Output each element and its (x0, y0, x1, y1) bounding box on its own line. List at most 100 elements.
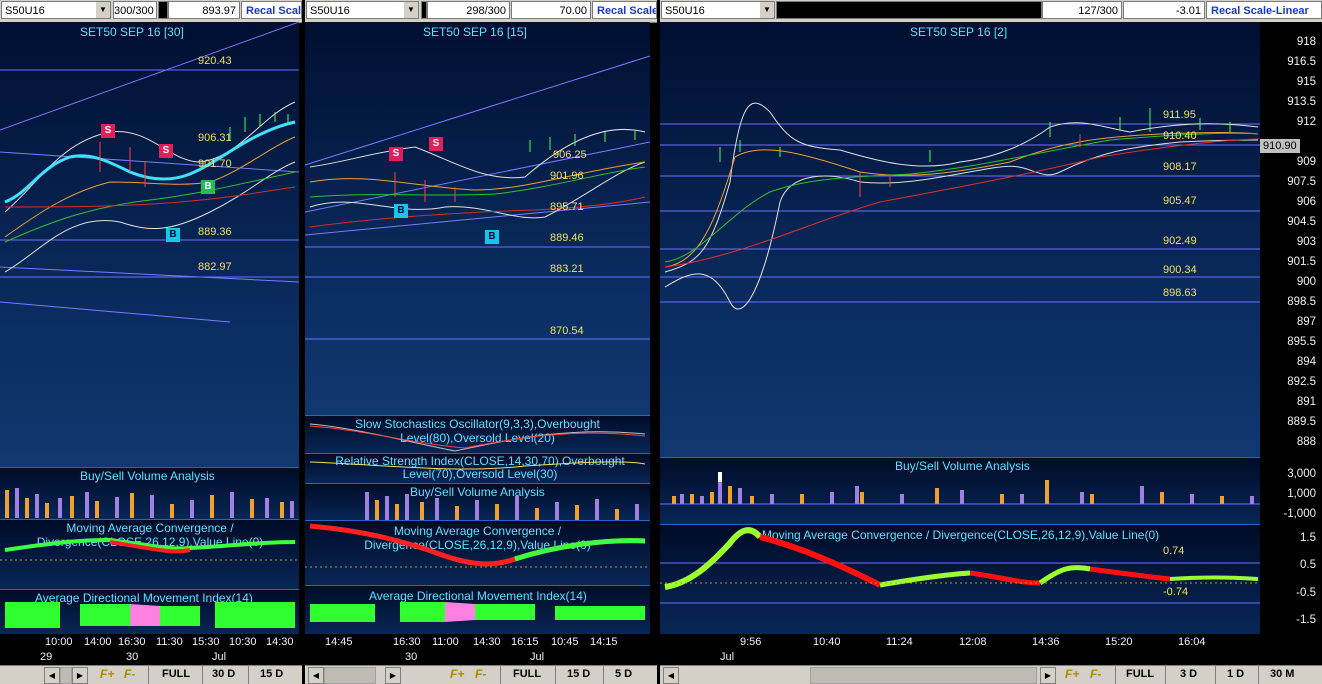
zoom-out-icon[interactable]: F- (124, 667, 135, 681)
pane-footer: ◀ ▶ F+ F- FULL 3 D 1 D 30 M (660, 665, 1322, 684)
time-label: 11:24 (886, 636, 913, 648)
y-tick: 906 (1296, 196, 1316, 208)
time-label: 15:30 (192, 636, 220, 648)
date-label: Jul (530, 651, 545, 663)
range-30m-button[interactable]: 30 M (1270, 668, 1294, 680)
time-label: 16:30 (393, 636, 421, 648)
adx-panel[interactable]: Average Directional Movement Index(14) (305, 585, 650, 635)
scroll-thumb[interactable] (810, 667, 1037, 684)
y-tick: 913.5 (1287, 96, 1316, 108)
bar-count-field: 300/300 (113, 1, 157, 19)
pane-toolbar: S50U16 ▼ 298/300 70.00 Recal Scale (305, 0, 657, 23)
recal-scale-button[interactable]: Recal Scal (241, 1, 302, 19)
zoom-out-icon[interactable]: F- (475, 667, 486, 681)
y-tick: 903 (1296, 236, 1316, 248)
level-label: 910.40 (1163, 130, 1197, 142)
stochastics-chart (309, 423, 646, 452)
time-label: 14:45 (325, 636, 353, 648)
time-label: 9:56 (740, 636, 762, 648)
macd-panel[interactable]: Moving Average Convergence / Divergence(… (0, 519, 299, 590)
zoom-in-icon[interactable]: F+ (100, 667, 114, 681)
pane-toolbar: S50U16 ▼ 127/300 -3.01 Recal Scale-Linear (660, 0, 1322, 23)
buy-sell-volume-panel[interactable]: Buy/Sell Volume Analysis (0, 467, 299, 520)
sell-signal-tag: S (429, 137, 443, 151)
level-label: -0.74 (1163, 586, 1189, 598)
time-label: 15:20 (1105, 636, 1133, 648)
scroll-left-button[interactable]: ◀ (663, 667, 679, 684)
level-label: 889.36 (198, 226, 232, 238)
symbol-select[interactable]: S50U16 ▼ (1, 1, 111, 19)
pane-footer: ◀ ▶ F+ F- FULL 15 D 5 D (305, 665, 657, 684)
scroll-right-button[interactable]: ▶ (385, 667, 401, 684)
stochastics-panel[interactable]: Slow Stochastics Oscillator(9,3,3),Overb… (305, 415, 650, 454)
time-label: 10:45 (551, 636, 579, 648)
recal-scale-button[interactable]: Recal Scale (592, 1, 657, 19)
range-15d-button[interactable]: 15 D (260, 668, 283, 680)
scroll-thumb[interactable] (60, 667, 72, 684)
value-field: -3.01 (1123, 1, 1205, 19)
level-label: 0.74 (1163, 545, 1185, 557)
scroll-right-button[interactable]: ▶ (1040, 667, 1056, 684)
chevron-down-icon[interactable]: ▼ (404, 2, 418, 18)
range-full-button[interactable]: FULL (513, 668, 541, 680)
scroll-left-button[interactable]: ◀ (308, 667, 324, 684)
range-1d-button[interactable]: 1 D (1227, 668, 1244, 680)
zoom-in-icon[interactable]: F+ (1065, 667, 1079, 681)
time-label: 10:30 (229, 636, 257, 648)
range-3d-button[interactable]: 3 D (1180, 668, 1197, 680)
level-label: 889.46 (550, 232, 584, 244)
chevron-down-icon[interactable]: ▼ (96, 2, 110, 18)
level-label: 901.96 (550, 170, 584, 182)
price-plot[interactable]: SET50 SEP 16 [30] S S B B 920.43 906.31 … (0, 22, 299, 467)
zoom-in-icon[interactable]: F+ (450, 667, 464, 681)
buy-sell-volume-panel[interactable]: Buy/Sell Volume Analysis (305, 483, 650, 521)
y-tick: -1,000 (1283, 508, 1316, 520)
macd-chart (660, 527, 1260, 604)
value-spacer (776, 1, 1042, 19)
y-tick: 0.5 (1300, 559, 1316, 571)
range-full-button[interactable]: FULL (162, 668, 190, 680)
macd-panel[interactable]: Moving Average Convergence / Divergence(… (660, 524, 1260, 635)
price-plot[interactable]: SET50 SEP 16 [15] S S B B 906.25 901.96 … (305, 22, 650, 415)
footer-separator (202, 666, 203, 684)
range-full-button[interactable]: FULL (1126, 668, 1154, 680)
macd-panel[interactable]: Moving Average Convergence / Divergence(… (305, 520, 650, 586)
footer-separator (555, 666, 556, 684)
symbol-select[interactable]: S50U16 ▼ (306, 1, 419, 19)
recal-scale-button[interactable]: Recal Scale-Linear (1206, 1, 1322, 19)
footer-separator (248, 666, 249, 684)
scroll-right-button[interactable]: ▶ (72, 667, 88, 684)
bar-count-field: 127/300 (1042, 1, 1122, 19)
buy-signal-tag: B (201, 180, 215, 194)
symbol-value: S50U16 (665, 5, 705, 17)
last-price-marker: 910.90 (1260, 139, 1300, 153)
y-tick: 907.5 (1287, 176, 1316, 188)
footer-separator (1165, 666, 1166, 684)
scroll-thumb[interactable] (324, 667, 376, 684)
y-tick: 904.5 (1287, 216, 1316, 228)
adx-panel[interactable]: Average Directional Movement Index(14) (0, 589, 299, 635)
scroll-left-button[interactable]: ◀ (44, 667, 60, 684)
level-label: 901.70 (198, 158, 232, 170)
level-label: 900.34 (1163, 264, 1197, 276)
time-label: 16:15 (511, 636, 539, 648)
range-15d-button[interactable]: 15 D (567, 668, 590, 680)
y-tick: 916.5 (1287, 56, 1316, 68)
range-5d-button[interactable]: 5 D (615, 668, 632, 680)
pane-toolbar: S50U16 ▼ 300/300 893.97 Recal Scal (0, 0, 302, 23)
y-tick: 897 (1296, 316, 1316, 328)
buy-signal-tag: B (394, 204, 408, 218)
level-label: 905.47 (1163, 195, 1197, 207)
y-tick: 918 (1296, 36, 1316, 48)
price-plot[interactable]: SET50 SEP 16 [2] 911.95 910.40 908.17 90… (660, 22, 1260, 457)
zoom-out-icon[interactable]: F- (1090, 667, 1101, 681)
chevron-down-icon[interactable]: ▼ (760, 2, 774, 18)
footer-separator (1115, 666, 1116, 684)
y-tick: 898.5 (1287, 296, 1316, 308)
date-label: 29 (40, 651, 53, 663)
symbol-select[interactable]: S50U16 ▼ (661, 1, 775, 19)
sell-signal-tag: S (389, 147, 403, 161)
range-30d-button[interactable]: 30 D (212, 668, 235, 680)
buy-sell-volume-panel[interactable]: Buy/Sell Volume Analysis (660, 457, 1260, 525)
rsi-panel[interactable]: Relative Strength Index(CLOSE,14,30,70),… (305, 453, 650, 484)
